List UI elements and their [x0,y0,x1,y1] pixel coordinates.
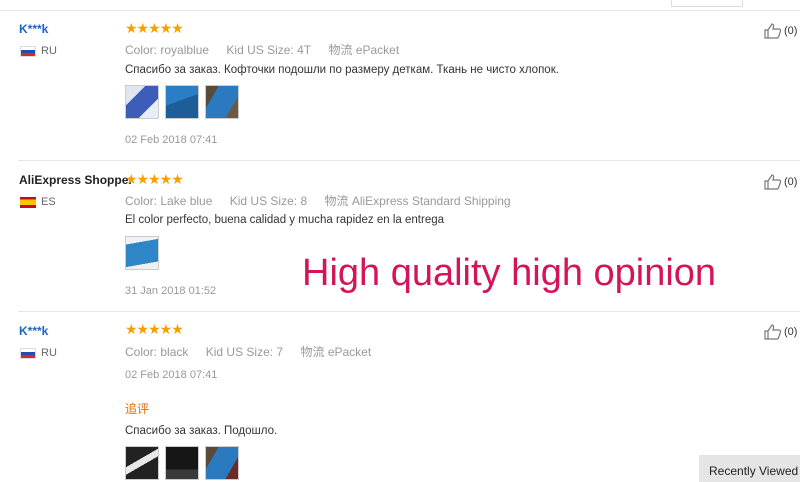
size-label: Kid US Size: [205,345,274,359]
review-divider [18,160,800,161]
shipping-label: 物流 [300,345,325,359]
review-text: Спасибо за заказ. Кофточки подошли по ра… [125,64,559,76]
reviewer-name[interactable]: K***k [19,22,48,36]
country-code: RU [41,45,57,57]
color-label: Color: [125,43,158,57]
shipping-value: ePacket [355,43,400,57]
review-photo[interactable] [205,446,239,480]
shipping-value: AliExpress Standard Shipping [351,194,511,208]
promo-overlay-text: High quality high opinion [302,252,717,294]
like-button[interactable]: (0) [764,324,797,340]
thumbs-up-icon [764,324,782,340]
thumbs-up-icon [764,23,782,39]
size-value: 7 [276,345,284,359]
top-divider [0,10,800,11]
star-rating: ★★★★★ [125,171,184,187]
review-photos [125,85,239,119]
review-photo[interactable] [165,85,199,119]
thumbs-up-icon [764,174,782,190]
shipping-label: 物流 [328,43,353,57]
color-label: Color: [125,345,158,359]
like-count: (0) [784,176,798,188]
review-photos [125,236,159,270]
like-button[interactable]: (0) [764,174,797,190]
color-label: Color: [125,194,158,208]
like-button[interactable]: (0) [764,23,797,39]
like-count: (0) [784,25,798,37]
review-date: 31 Jan 2018 01:52 [125,285,217,297]
review-date: 02 Feb 2018 07:41 [125,369,218,381]
order-info: Color: royalblue Kid US Size: 4T 物流 ePac… [125,41,413,58]
reviewer-name[interactable]: AliExpress Shopper [19,173,133,187]
review-photo[interactable] [205,85,239,119]
review-divider [18,311,800,312]
review-text: Спасибо за заказ. Подошло. [125,425,278,437]
order-info: Color: black Kid US Size: 7 物流 ePacket [125,343,385,360]
reviewer-country: ES [20,196,56,208]
size-value: 8 [300,194,308,208]
review-photos [125,446,239,480]
star-rating: ★★★★★ [125,20,184,36]
russia-flag-icon [20,45,36,57]
reviewer-country: RU [20,347,57,359]
color-value: black [160,345,189,359]
size-value: 4T [297,43,312,57]
additional-review-label: 追评 [125,402,150,416]
star-rating: ★★★★★ [125,321,184,337]
color-value: royalblue [160,43,210,57]
reviewer-name[interactable]: K***k [19,324,48,338]
review-photo[interactable] [165,446,199,480]
recently-viewed-tab[interactable]: Recently Viewed [699,455,800,482]
review-photo[interactable] [125,446,159,480]
country-code: ES [41,196,56,208]
shipping-value: ePacket [327,345,372,359]
color-value: Lake blue [160,194,213,208]
size-label: Kid US Size: [229,194,298,208]
size-label: Kid US Size: [226,43,294,57]
reviewer-country: RU [20,45,57,57]
russia-flag-icon [20,347,36,359]
review-text: El color perfecto, buena calidad y mucha… [125,214,445,226]
review-photo[interactable] [125,236,159,270]
shipping-label: 物流 [324,194,349,208]
review-date: 02 Feb 2018 07:41 [125,134,218,146]
spain-flag-icon [20,196,36,208]
country-code: RU [41,347,57,359]
like-count: (0) [784,326,798,338]
order-info: Color: Lake blue Kid US Size: 8 物流 AliEx… [125,192,525,209]
top-control[interactable] [671,0,743,7]
review-photo[interactable] [125,85,159,119]
